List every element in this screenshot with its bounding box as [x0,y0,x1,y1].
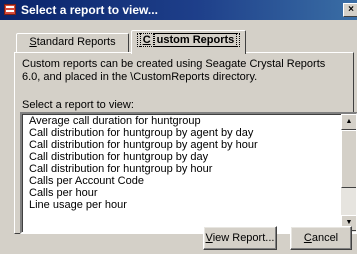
tab-standard-reports[interactable]: Standard Reports [16,33,129,53]
close-button[interactable]: × [343,3,357,17]
tab-custom-reports-label: Custom Reports [136,33,241,47]
list-item[interactable]: Call distribution for huntgroup by agent… [29,127,258,139]
vertical-scrollbar[interactable]: ▲ ▼ [341,114,356,232]
list-item[interactable]: Average call duration for huntgroup [29,115,258,127]
report-app-icon [4,4,16,15]
report-listbox[interactable]: Average call duration for huntgroup Call… [20,112,357,234]
list-item[interactable]: Calls per hour [29,187,258,199]
scroll-up-icon[interactable]: ▲ [341,114,356,130]
window-title: Select a report to view... [21,3,158,17]
list-item[interactable]: Line usage per hour [29,199,258,211]
custom-reports-description: Custom reports can be created using Seag… [22,58,326,83]
report-list-label: Select a report to view: [22,99,134,111]
list-item[interactable]: Calls per Account Code [29,175,258,187]
list-item[interactable]: Call distribution for huntgroup by hour [29,163,258,175]
list-item[interactable]: Call distribution for huntgroup by day [29,151,258,163]
cancel-button[interactable]: Cancel [290,226,352,250]
view-report-button[interactable]: View Report... [203,226,277,250]
dialog-window: Select a report to view... × Standard Re… [0,0,357,254]
title-bar[interactable]: Select a report to view... × [0,0,357,20]
report-list-items: Average call duration for huntgroup Call… [29,115,258,211]
list-item[interactable]: Call distribution for huntgroup by agent… [29,139,258,151]
scrollbar-thumb[interactable] [341,130,356,188]
tab-standard-reports-label: Standard Reports [29,36,116,48]
tab-custom-reports[interactable]: Custom Reports [131,30,246,54]
